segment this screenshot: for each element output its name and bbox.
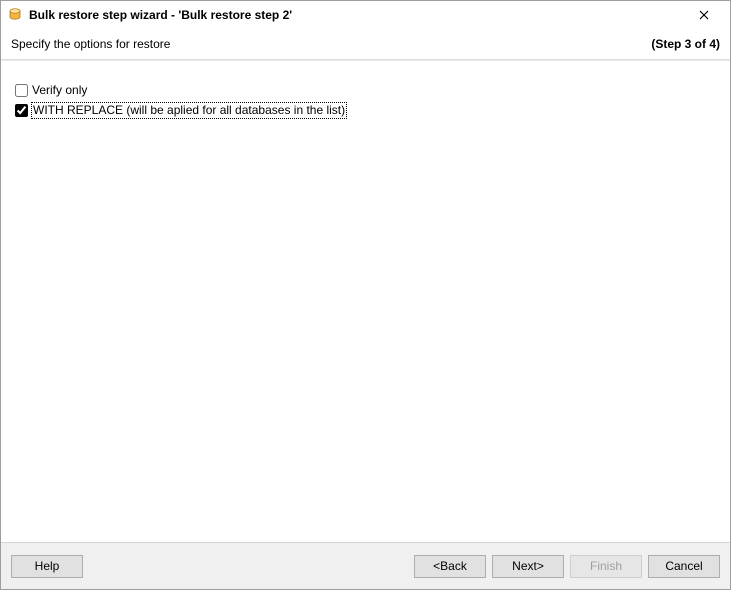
cancel-button[interactable]: Cancel	[648, 555, 720, 578]
close-button[interactable]	[684, 4, 724, 26]
window-title: Bulk restore step wizard - 'Bulk restore…	[29, 8, 684, 22]
titlebar: Bulk restore step wizard - 'Bulk restore…	[1, 1, 730, 29]
with-replace-checkbox[interactable]	[15, 104, 28, 117]
finish-button[interactable]: Finish	[570, 555, 642, 578]
wizard-content: Verify only WITH REPLACE (will be aplied…	[1, 61, 730, 542]
next-button[interactable]: Next>	[492, 555, 564, 578]
wizard-step-indicator: (Step 3 of 4)	[651, 37, 720, 51]
app-icon	[7, 7, 23, 23]
wizard-subheader: Specify the options for restore (Step 3 …	[1, 29, 730, 59]
verify-only-label[interactable]: Verify only	[32, 83, 87, 98]
wizard-window: Bulk restore step wizard - 'Bulk restore…	[0, 0, 731, 590]
help-button[interactable]: Help	[11, 555, 83, 578]
wizard-footer: Help <Back Next> Finish Cancel	[1, 542, 730, 589]
verify-only-option: Verify only	[15, 81, 716, 99]
verify-only-checkbox[interactable]	[15, 84, 28, 97]
with-replace-option: WITH REPLACE (will be aplied for all dat…	[15, 101, 716, 119]
wizard-instruction: Specify the options for restore	[11, 37, 170, 51]
with-replace-label[interactable]: WITH REPLACE (will be aplied for all dat…	[32, 103, 346, 118]
back-button[interactable]: <Back	[414, 555, 486, 578]
